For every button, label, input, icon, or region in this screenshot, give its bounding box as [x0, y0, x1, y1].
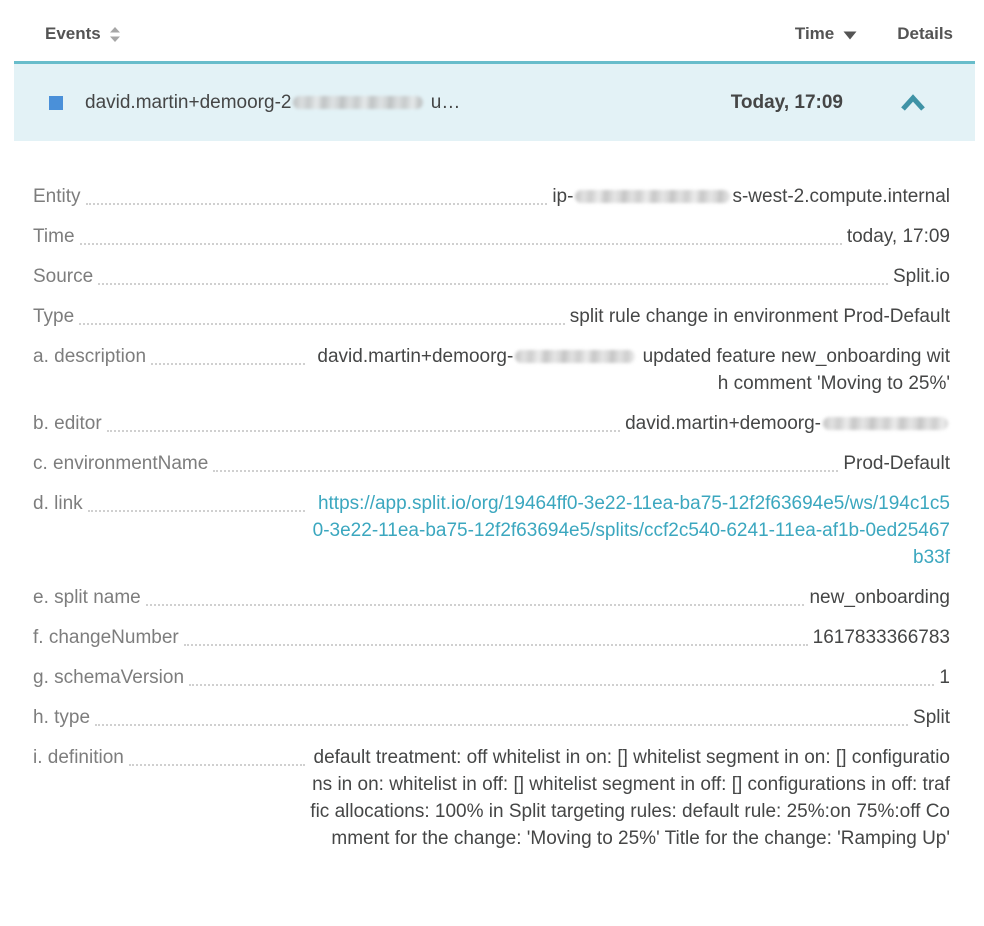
redacted-text [823, 417, 948, 430]
redacted-text [515, 350, 635, 363]
link-value[interactable]: https://app.split.io/org/19464ff0-3e22-1… [310, 490, 950, 571]
detail-row: h. type Split [33, 704, 950, 731]
detail-row: Time today, 17:09 [33, 223, 950, 250]
events-column-header[interactable]: Events [45, 24, 121, 44]
event-time: Today, 17:09 [731, 92, 843, 114]
dotted-leader [151, 343, 305, 365]
detail-label: Entity [33, 183, 81, 210]
event-title: david.martin+demoorg-2 u… [85, 92, 460, 114]
dotted-leader [107, 410, 620, 432]
sort-arrows-icon[interactable] [109, 26, 121, 43]
detail-label: Source [33, 263, 93, 290]
detail-row: c. environmentName Prod-Default [33, 450, 950, 477]
detail-label: f. changeNumber [33, 624, 179, 651]
dotted-leader [79, 303, 565, 325]
detail-label: g. schemaVersion [33, 664, 184, 691]
dotted-leader [86, 183, 548, 205]
dotted-leader [184, 624, 808, 646]
detail-label: Time [33, 223, 75, 250]
chevron-up-icon[interactable] [899, 93, 927, 113]
table-header: Events Time Details [0, 0, 984, 44]
caret-down-icon [843, 29, 857, 40]
dotted-leader [95, 704, 908, 726]
detail-label: d. link [33, 490, 83, 517]
dotted-leader [98, 263, 888, 285]
redacted-text [293, 96, 423, 109]
dotted-leader [189, 664, 934, 686]
detail-value: Split [913, 704, 950, 731]
events-panel: Events Time Details david.marti [0, 0, 984, 926]
detail-value: Prod-Default [843, 450, 950, 477]
blue-square-icon [49, 96, 63, 110]
events-column-label: Events [45, 24, 101, 44]
detail-value: today, 17:09 [847, 223, 950, 250]
detail-row: b. editor david.martin+demoorg- [33, 410, 950, 437]
detail-row: Source Split.io [33, 263, 950, 290]
detail-label: c. environmentName [33, 450, 208, 477]
detail-row: a. description david.martin+demoorg- upd… [33, 343, 950, 397]
redacted-text [575, 190, 730, 203]
detail-value: 1 [939, 664, 950, 691]
detail-label: Type [33, 303, 74, 330]
detail-label: a. description [33, 343, 146, 370]
detail-label: i. definition [33, 744, 124, 771]
detail-value: david.martin+demoorg- updated feature ne… [310, 343, 950, 397]
detail-value: Split.io [893, 263, 950, 290]
details-column-header: Details [897, 24, 953, 44]
detail-value: 1617833366783 [813, 624, 950, 651]
detail-row: d. link https://app.split.io/org/19464ff… [33, 490, 950, 571]
detail-label: h. type [33, 704, 90, 731]
detail-value: new_onboarding [809, 584, 950, 611]
detail-value: default treatment: off whitelist in on: … [310, 744, 950, 852]
detail-value: split rule change in environment Prod-De… [570, 303, 950, 330]
dotted-leader [146, 584, 805, 606]
detail-row: f. changeNumber 1617833366783 [33, 624, 950, 651]
dotted-leader [88, 490, 305, 512]
detail-row: Entity ip-s-west-2.compute.internal [33, 183, 950, 210]
time-column-label: Time [795, 24, 834, 44]
detail-row: Type split rule change in environment Pr… [33, 303, 950, 330]
detail-value: ip-s-west-2.compute.internal [552, 183, 950, 210]
detail-row: e. split name new_onboarding [33, 584, 950, 611]
dotted-leader [80, 223, 842, 245]
dotted-leader [129, 744, 305, 766]
detail-label: b. editor [33, 410, 102, 437]
dotted-leader [213, 450, 838, 472]
detail-row: i. definition default treatment: off whi… [33, 744, 950, 852]
event-row[interactable]: david.martin+demoorg-2 u… Today, 17:09 [14, 61, 975, 141]
detail-row: g. schemaVersion 1 [33, 664, 950, 691]
table-header-right: Time Details [795, 24, 953, 44]
event-details: Entity ip-s-west-2.compute.internal Time… [0, 141, 984, 852]
detail-value: david.martin+demoorg- [625, 410, 950, 437]
time-column-header[interactable]: Time [795, 24, 857, 44]
detail-label: e. split name [33, 584, 141, 611]
